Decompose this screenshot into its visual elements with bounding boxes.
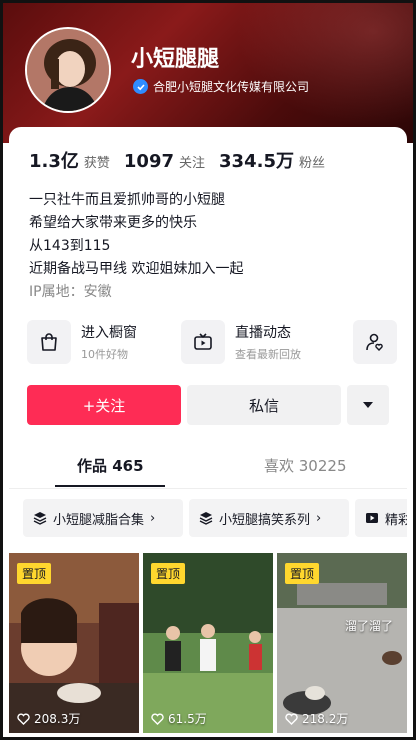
bio-line: 一只社牛而且爱抓帅哥的小短腿 [29,192,225,208]
feature-subtitle: 查看最新回放 [235,348,301,361]
video-grid: 置顶 208.3万 置顶 61.5万 置顶 溜了溜了 218.2万 [9,553,413,733]
stat-label: 关注 [179,156,206,171]
live-updates-button[interactable]: 直播动态 查看最新回放 [181,317,301,367]
stat-label: 获赞 [83,156,110,171]
ip-location: IP属地：安徽 [29,284,112,300]
person-heart-icon [353,320,397,364]
caret-down-icon [363,402,373,408]
pinned-badge: 置顶 [17,563,52,584]
pinned-badge: 置顶 [285,563,320,584]
heart-icon [285,713,298,725]
collection-chip[interactable]: 小短腿搞笑系列 › [189,499,349,537]
stat-label: 粉丝 [298,156,325,171]
message-button[interactable]: 私信 [187,385,341,425]
collection-label: 小短腿搞笑系列 [219,512,311,528]
stat-likes: 1.3亿 获赞 [29,147,110,173]
bio-line: 从143到115 [29,238,111,254]
add-friend-button[interactable] [353,317,397,367]
feature-title: 直播动态 [235,325,291,341]
chevron-right-icon: › [150,510,156,526]
shopping-bag-icon [27,320,71,364]
feature-subtitle: 10件好物 [81,348,128,361]
content-tabs: 作品 465 喜欢 30225 [9,445,407,489]
likes-count: 218.2万 [302,712,349,726]
layers-icon [33,512,47,525]
stat-following[interactable]: 1097 关注 [124,151,205,172]
video-likes: 218.2万 [285,710,348,727]
video-likes: 61.5万 [151,710,207,727]
collections-row: 小短腿减脂合集 › 小短腿搞笑系列 › 精彩 [23,499,407,539]
layers-icon [199,512,213,525]
verified-check-icon [133,79,148,94]
avatar-image [27,29,109,111]
video-tile[interactable]: 置顶 208.3万 [9,553,139,733]
feature-title: 进入橱窗 [81,325,137,341]
follow-button[interactable]: +关注 [27,385,181,425]
collection-chip[interactable]: 精彩 [355,499,407,537]
feature-text: 直播动态 查看最新回放 [235,322,301,362]
video-likes: 208.3万 [17,710,80,727]
feature-text: 进入橱窗 10件好物 [81,322,137,362]
tab-likes[interactable]: 喜欢 30225 [264,455,347,476]
video-tile[interactable]: 置顶 溜了溜了 218.2万 [277,553,407,733]
stats-row: 1.3亿 获赞 1097 关注 334.5万 粉丝 [29,147,325,173]
shop-window-button[interactable]: 进入橱窗 10件好物 [27,317,137,367]
heart-icon [17,713,30,725]
profile-header: 小短腿腿 合肥小短腿文化传媒有限公司 [3,3,413,143]
header-glow [213,3,413,143]
stat-value: 334.5万 [219,151,294,172]
video-caption: 溜了溜了 [345,619,394,633]
chevron-right-icon: › [316,510,322,526]
verified-org: 合肥小短腿文化传媒有限公司 [153,80,310,94]
profile-screen: 小短腿腿 合肥小短腿文化传媒有限公司 1.3亿 获赞 1097 关注 334.5… [0,0,416,740]
pinned-badge: 置顶 [151,563,186,584]
stat-followers[interactable]: 334.5万 粉丝 [219,147,325,173]
avatar[interactable] [25,27,111,113]
profile-card: 1.3亿 获赞 1097 关注 334.5万 粉丝 一只社牛而且爱抓帅哥的小短腿… [9,127,407,737]
verified-badge: 合肥小短腿文化传媒有限公司 [133,78,309,95]
likes-count: 61.5万 [168,712,207,726]
more-options-button[interactable] [347,385,389,425]
tab-works[interactable]: 作品 465 [77,455,144,476]
collection-chip[interactable]: 小短腿减脂合集 › [23,499,183,537]
profile-name: 小短腿腿 [131,47,220,72]
collection-label: 精彩 [385,512,407,528]
bio: 一只社牛而且爱抓帅哥的小短腿 希望给大家带来更多的快乐 从143到115 近期备… [29,189,243,304]
heart-icon [151,713,164,725]
likes-count: 208.3万 [34,712,81,726]
bio-line: 希望给大家带来更多的快乐 [29,215,197,231]
video-tile[interactable]: 置顶 61.5万 [143,553,273,733]
bio-line: 近期备战马甲线 欢迎姐妹加入一起 [29,261,244,277]
tv-icon [181,320,225,364]
video-icon [366,513,378,523]
collection-label: 小短腿减脂合集 [53,512,145,528]
tab-indicator [55,485,165,487]
stat-value: 1097 [123,151,175,172]
stat-value: 1.3亿 [29,151,79,172]
